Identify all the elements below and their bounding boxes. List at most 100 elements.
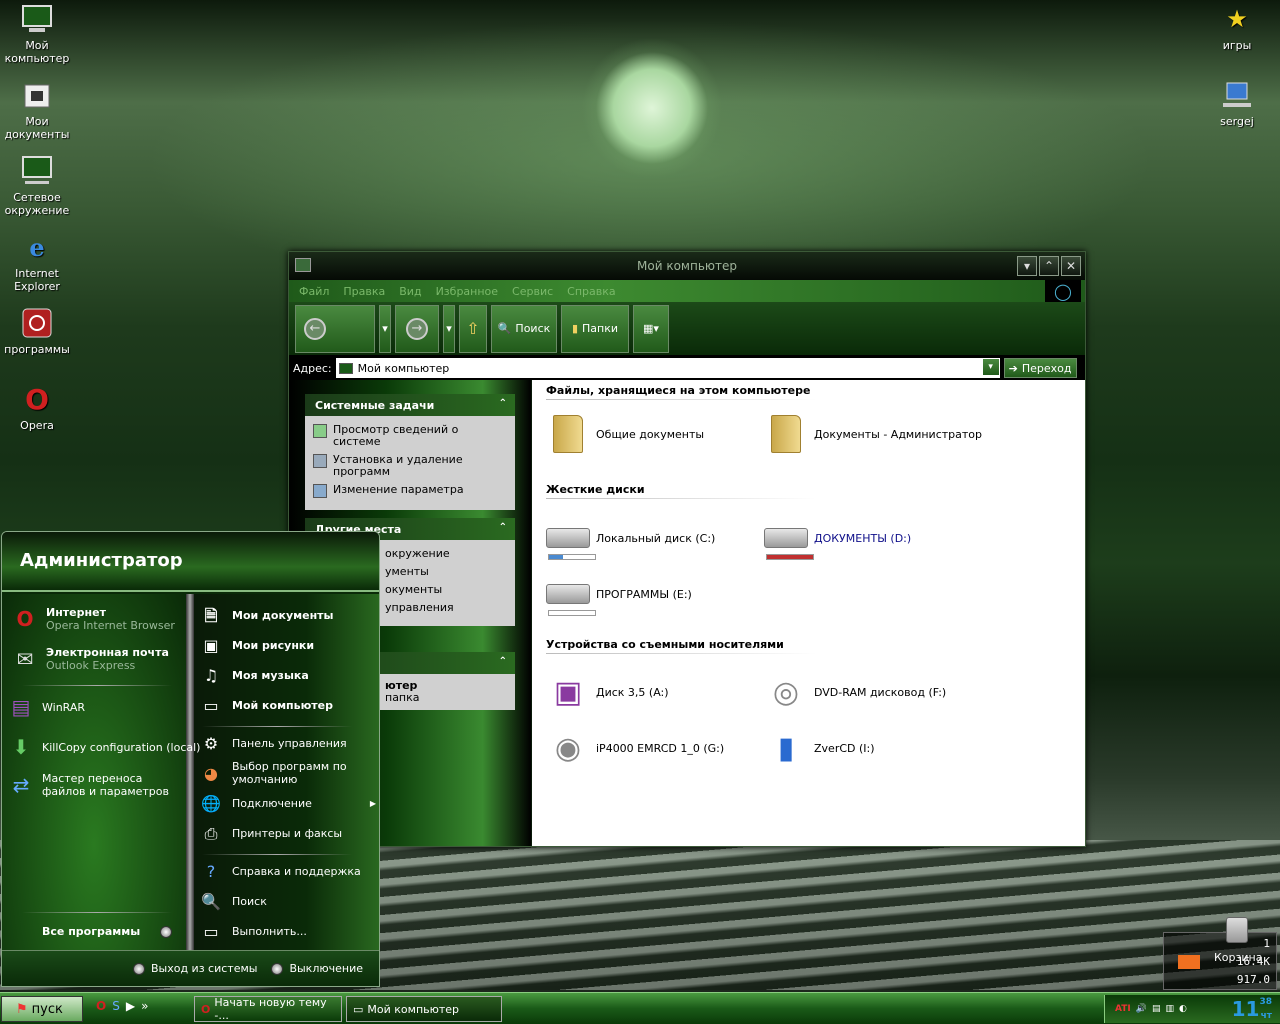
views-button[interactable]: ▦▾: [633, 304, 669, 353]
minimize-button[interactable]: ▾: [1017, 256, 1037, 276]
place-item[interactable]: окументы: [385, 584, 507, 596]
place-item[interactable]: ументы: [385, 566, 507, 578]
back-dropdown-button[interactable]: ▾: [379, 304, 391, 353]
quicklaunch-expand-icon[interactable]: »: [141, 999, 148, 1013]
forward-dropdown-button[interactable]: ▾: [443, 304, 455, 353]
drive-g[interactable]: ◉ iP4000 EMRCD 1_0 (G:): [546, 726, 724, 770]
volume-icon[interactable]: 🔊: [1136, 1004, 1147, 1014]
start-menu-divider: [186, 594, 194, 952]
start-item-my-computer[interactable]: ▭ Мой компьютер: [196, 690, 333, 720]
start-item-winrar[interactable]: ▤ WinRAR: [6, 692, 85, 722]
place-item[interactable]: окружение: [385, 548, 507, 560]
start-button[interactable]: ⚑ пуск: [1, 996, 83, 1022]
up-folder-button[interactable]: ⇧: [459, 304, 487, 353]
item-subtitle: Outlook Express: [46, 659, 136, 672]
control-panel-icon: ⚙: [203, 733, 219, 753]
window-titlebar[interactable]: Мой компьютер ▾ ⌃ ✕: [289, 252, 1085, 280]
desktop-icon-ie[interactable]: e Internet Explorer: [0, 230, 74, 293]
drive-i[interactable]: ▮ ZverCD (I:): [764, 726, 875, 770]
recycle-bin-icon[interactable]: [1226, 917, 1248, 943]
start-item-my-documents[interactable]: 🗎 Мои документы: [196, 600, 334, 630]
go-button[interactable]: ➔ Переход: [1003, 358, 1077, 378]
desktop-icon-opera[interactable]: O Opera: [0, 382, 74, 432]
start-item-transfer-wizard[interactable]: ⇄ Мастер переноса файлов и параметров: [6, 770, 184, 800]
start-item-my-music[interactable]: ♫ Моя музыка: [196, 660, 309, 690]
task-change-setting[interactable]: Изменение параметра: [313, 484, 507, 498]
item-title: Моя музыка: [232, 668, 309, 682]
start-item-control-panel[interactable]: ⚙ Панель управления: [196, 728, 347, 758]
collapse-icon[interactable]: ⌃: [499, 398, 507, 409]
drive-e-usage-bar: [548, 610, 596, 616]
desktop-icon-label: Сетевое окружение: [4, 191, 70, 217]
star-icon: ★: [1226, 4, 1248, 33]
start-item-killcopy[interactable]: ⬇ KillCopy configuration (local): [6, 732, 201, 762]
desktop-icon-my-computer[interactable]: Мой компьютер: [0, 2, 74, 65]
desktop-icon-network[interactable]: Сетевое окружение: [0, 154, 74, 217]
language-icon[interactable]: ▤: [1152, 1004, 1161, 1014]
menu-help[interactable]: Справка: [567, 285, 615, 298]
go-label: Переход: [1021, 361, 1072, 375]
my-computer-window[interactable]: Мой компьютер ▾ ⌃ ✕ Файл Правка Вид Избр…: [288, 251, 1086, 847]
desktop-icon-my-documents[interactable]: Мои документы: [0, 78, 74, 141]
menu-tools[interactable]: Сервис: [512, 285, 553, 298]
logoff-button[interactable]: Выход из системы: [132, 962, 257, 975]
clock[interactable]: 1138 чт: [1232, 997, 1272, 1021]
desktop-icon-sergej[interactable]: sergej: [1200, 78, 1274, 128]
folder-shared-documents[interactable]: Общие документы: [546, 412, 704, 456]
security-tray-icon[interactable]: ◐: [1179, 1004, 1187, 1014]
maximize-button[interactable]: ⌃: [1039, 256, 1059, 276]
system-tasks-header[interactable]: Системные задачи ⌃: [305, 394, 515, 416]
start-item-internet[interactable]: O Интернет Opera Internet Browser: [10, 604, 175, 634]
menu-edit[interactable]: Правка: [343, 285, 385, 298]
forward-button[interactable]: →: [395, 304, 439, 353]
collapse-icon[interactable]: ⌃: [499, 656, 507, 667]
network-tray-icon[interactable]: ▥: [1166, 1004, 1175, 1014]
menu-file[interactable]: Файл: [299, 285, 329, 298]
start-item-run[interactable]: ▭ Выполнить...: [196, 916, 306, 946]
task-add-remove-programs[interactable]: Установка и удаление программ: [313, 454, 507, 478]
skype-quicklaunch-icon[interactable]: S: [112, 999, 120, 1013]
start-item-default-programs[interactable]: ◕ Выбор программ по умолчанию: [196, 758, 376, 788]
drive-a[interactable]: ▣ Диск 3,5 (A:): [546, 670, 669, 714]
back-arrow-icon: ←: [304, 317, 326, 340]
system-info-icon: [313, 424, 327, 438]
start-item-help[interactable]: ? Справка и поддержка: [196, 856, 361, 886]
place-item[interactable]: управления: [385, 602, 507, 614]
opera-icon: O: [16, 606, 34, 631]
folder-icon: [764, 412, 808, 456]
folders-button[interactable]: ▮ Папки: [561, 304, 629, 353]
window-title: Мой компьютер: [637, 259, 737, 273]
address-dropdown-button[interactable]: ▾: [982, 359, 999, 375]
shutdown-button[interactable]: Выключение: [271, 962, 363, 975]
start-label: пуск: [31, 1001, 63, 1017]
address-input[interactable]: Мой компьютер ▾: [335, 358, 1000, 378]
start-item-search[interactable]: 🔍 Поиск: [196, 886, 267, 916]
drive-f[interactable]: ◎ DVD-RAM дисковод (F:): [764, 670, 946, 714]
menu-favorites[interactable]: Избранное: [436, 285, 498, 298]
taskbar-item-forum[interactable]: O Начать новую тему -...: [194, 996, 342, 1022]
close-button[interactable]: ✕: [1061, 256, 1081, 276]
start-item-my-pictures[interactable]: ▣ Мои рисунки: [196, 630, 314, 660]
start-item-connect[interactable]: 🌐 Подключение ▶: [196, 788, 376, 818]
desktop-icon-programs[interactable]: программы: [0, 306, 74, 356]
taskbar-item-my-computer[interactable]: ▭ Мой компьютер: [346, 996, 502, 1022]
menu-view[interactable]: Вид: [399, 285, 421, 298]
opera-quicklaunch-icon[interactable]: O: [96, 999, 106, 1013]
folder-admin-documents[interactable]: Документы - Администратор: [764, 412, 982, 456]
start-item-email[interactable]: ✉ Электронная почта Outlook Express: [10, 644, 169, 674]
all-programs-button[interactable]: Все программы: [42, 925, 173, 938]
desktop-icon-label: игры: [1222, 39, 1252, 52]
control-panel-icon: [313, 484, 327, 498]
collapse-icon[interactable]: ⌃: [499, 522, 507, 533]
address-label: Адрес:: [293, 361, 332, 375]
ati-icon[interactable]: ATI: [1115, 1004, 1131, 1014]
task-view-system-info[interactable]: Просмотр сведений о системе: [313, 424, 507, 448]
item-title: Подключение: [232, 796, 312, 810]
desktop-icon-games[interactable]: ★ игры: [1200, 2, 1274, 53]
item-subtitle: Opera Internet Browser: [46, 619, 175, 632]
start-item-printers[interactable]: ⎙ Принтеры и факсы: [196, 818, 343, 848]
media-player-quicklaunch-icon[interactable]: ▶: [126, 999, 135, 1013]
search-button[interactable]: 🔍 Поиск: [491, 304, 557, 353]
back-button[interactable]: ←: [295, 304, 375, 353]
zvercd-icon: ▮: [777, 730, 795, 766]
